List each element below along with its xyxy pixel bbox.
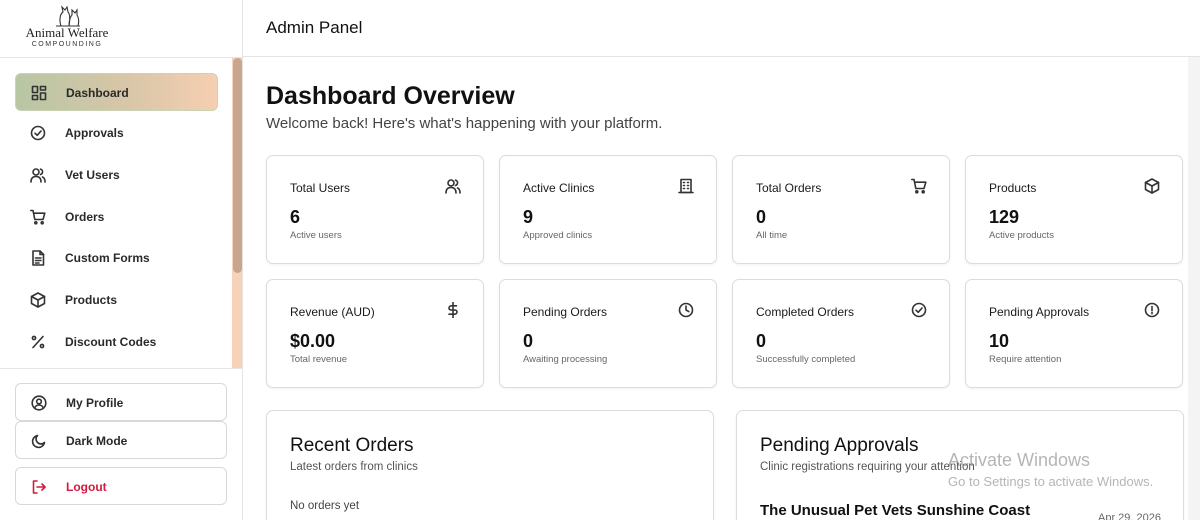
check-circle-icon bbox=[30, 125, 46, 141]
stat-card-total-orders[interactable]: Total Orders 0 All time bbox=[732, 155, 950, 264]
stat-card-active-clinics[interactable]: Active Clinics 9 Approved clinics bbox=[499, 155, 717, 264]
approval-date: Apr 29, 2026 bbox=[1098, 512, 1161, 520]
sidebar-item-label: Products bbox=[65, 293, 118, 307]
stat-title: Total Orders bbox=[756, 181, 822, 195]
stat-value: 6 bbox=[290, 207, 301, 227]
sidebar-item-vet-users[interactable]: Vet Users bbox=[15, 156, 218, 194]
stat-note: Successfully completed bbox=[756, 354, 856, 365]
sidebar-item-discount-codes[interactable]: Discount Codes bbox=[15, 323, 218, 361]
stat-card-pending-orders[interactable]: Pending Orders 0 Awaiting processing bbox=[499, 279, 717, 388]
activate-windows-watermark: Activate Windows bbox=[948, 450, 1091, 470]
stat-card-revenue[interactable]: Revenue (AUD) $0.00 Total revenue bbox=[266, 279, 484, 388]
sidebar-item-label: Vet Users bbox=[65, 168, 120, 182]
percent-icon bbox=[31, 335, 45, 349]
clock-icon bbox=[678, 302, 694, 318]
stat-value: 9 bbox=[523, 207, 534, 227]
dark-mode-label: Dark Mode bbox=[66, 434, 128, 448]
sidebar-scrollbar-thumb[interactable] bbox=[233, 58, 242, 273]
dollar-icon bbox=[448, 302, 458, 318]
users-icon bbox=[445, 179, 461, 194]
dashboard-icon bbox=[31, 85, 47, 101]
sidebar-item-label: Orders bbox=[65, 210, 105, 224]
panel-subtitle: Clinic registrations requiring your atte… bbox=[760, 461, 975, 473]
approval-clinic-name[interactable]: The Unusual Pet Vets Sunshine Coast bbox=[760, 502, 1030, 519]
stat-note: Total revenue bbox=[290, 354, 348, 365]
stat-title: Revenue (AUD) bbox=[290, 305, 375, 319]
stat-title: Products bbox=[989, 181, 1037, 195]
box-icon bbox=[30, 292, 46, 308]
recent-orders-panel: Recent Orders Latest orders from clinics… bbox=[266, 410, 714, 520]
sidebar-item-approvals[interactable]: Approvals bbox=[15, 114, 218, 152]
sidebar-item-label: Custom Forms bbox=[65, 251, 150, 265]
stat-card-completed-orders[interactable]: Completed Orders 0 Successfully complete… bbox=[732, 279, 950, 388]
dark-mode-button[interactable]: Dark Mode bbox=[15, 421, 227, 459]
brand-subtitle: COMPOUNDING bbox=[31, 41, 103, 48]
moon-icon bbox=[31, 434, 46, 449]
main-scrollbar[interactable] bbox=[1188, 57, 1200, 520]
stat-value: 10 bbox=[989, 331, 1010, 351]
top-header: Admin Panel bbox=[243, 0, 1200, 57]
stat-note: Require attention bbox=[989, 354, 1062, 365]
stat-note: Awaiting processing bbox=[523, 354, 608, 365]
sidebar-item-orders[interactable]: Orders bbox=[15, 198, 218, 236]
stat-card-products[interactable]: Products 129 Active products bbox=[965, 155, 1183, 264]
stat-title: Total Users bbox=[290, 181, 351, 195]
sidebar-item-custom-forms[interactable]: Custom Forms bbox=[15, 239, 218, 277]
cart-icon bbox=[30, 209, 46, 225]
stat-value: 0 bbox=[756, 331, 767, 351]
page-title: Dashboard Overview bbox=[266, 82, 515, 110]
stat-note: Active products bbox=[989, 230, 1054, 241]
stat-card-total-users[interactable]: Total Users 6 Active users bbox=[266, 155, 484, 264]
document-icon bbox=[32, 250, 45, 266]
stat-note: Active users bbox=[290, 230, 342, 241]
alert-circle-icon bbox=[1144, 302, 1160, 318]
stat-card-pending-approvals[interactable]: Pending Approvals 10 Require attention bbox=[965, 279, 1183, 388]
stat-value: 0 bbox=[756, 207, 767, 227]
header-title: Admin Panel bbox=[266, 18, 363, 37]
cart-icon bbox=[911, 178, 927, 194]
activate-windows-hint: Go to Settings to activate Windows. bbox=[948, 474, 1154, 489]
brand-name: Animal Welfare bbox=[25, 25, 109, 40]
stat-title: Active Clinics bbox=[523, 181, 595, 195]
brand-logo[interactable]: Animal Welfare COMPOUNDING bbox=[22, 4, 112, 52]
box-icon bbox=[1144, 178, 1160, 194]
building-icon bbox=[678, 178, 694, 194]
stat-note: Approved clinics bbox=[523, 230, 593, 241]
users-icon bbox=[30, 168, 46, 183]
sidebar-item-label: Dashboard bbox=[66, 86, 129, 100]
panel-title: Pending Approvals bbox=[760, 435, 919, 456]
sidebar-item-label: Discount Codes bbox=[65, 335, 157, 349]
stat-note: All time bbox=[756, 230, 788, 241]
stat-value: 0 bbox=[523, 331, 534, 351]
sidebar-item-dashboard[interactable]: Dashboard bbox=[15, 73, 218, 111]
sidebar: Animal Welfare COMPOUNDING Dashboard App… bbox=[0, 0, 243, 520]
stat-title: Completed Orders bbox=[756, 305, 855, 319]
stat-title: Pending Orders bbox=[523, 305, 608, 319]
sidebar-nav: Dashboard Approvals Vet Users Orders Cus… bbox=[0, 58, 243, 368]
page-subtitle: Welcome back! Here's what's happening wi… bbox=[266, 115, 663, 132]
stat-title: Pending Approvals bbox=[989, 305, 1090, 319]
panel-subtitle: Latest orders from clinics bbox=[290, 461, 418, 473]
empty-state-text: No orders yet bbox=[290, 500, 360, 512]
logout-icon bbox=[32, 480, 46, 494]
sidebar-item-products[interactable]: Products bbox=[15, 281, 218, 319]
panel-title: Recent Orders bbox=[290, 435, 414, 456]
logout-button[interactable]: Logout bbox=[15, 467, 227, 505]
divider bbox=[0, 368, 243, 369]
stat-value: $0.00 bbox=[290, 331, 336, 351]
logout-label: Logout bbox=[66, 480, 107, 494]
stat-value: 129 bbox=[989, 207, 1020, 227]
user-circle-icon bbox=[31, 395, 47, 411]
my-profile-label: My Profile bbox=[66, 396, 124, 410]
sidebar-item-label: Approvals bbox=[65, 126, 124, 140]
check-circle-icon bbox=[911, 302, 927, 318]
my-profile-button[interactable]: My Profile bbox=[15, 383, 227, 421]
